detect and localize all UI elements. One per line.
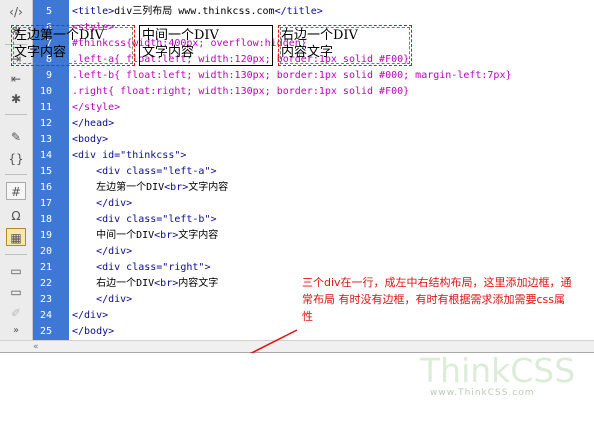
left-a-div-preview[interactable]: 左边第一个DIV 文字内容 bbox=[11, 25, 135, 66]
code-line[interactable]: 中间一个DIV<br>文字内容 bbox=[72, 228, 218, 244]
code-line[interactable]: </style> bbox=[72, 100, 120, 116]
box-line-1: 右边一个DIV bbox=[281, 28, 358, 43]
code-line[interactable]: <div id="thinkcss"> bbox=[72, 148, 186, 164]
code-token: <div class="left-b"> bbox=[72, 214, 217, 225]
comment-icon[interactable]: ▭ bbox=[6, 262, 26, 280]
box-line-2: 文字内容 bbox=[14, 45, 67, 60]
line-number: 18 bbox=[39, 214, 52, 225]
code-token: <body> bbox=[72, 134, 109, 145]
right-div-preview[interactable]: 右边一个DIV 内容文字 bbox=[278, 25, 412, 66]
layout-icon[interactable]: ▦ bbox=[6, 228, 26, 246]
line-number: 15 bbox=[39, 166, 52, 177]
code-line[interactable]: <div class="left-b"> bbox=[72, 212, 217, 228]
code-line[interactable]: .right{ float:right; width:130px; border… bbox=[72, 84, 409, 100]
code-token: .left-b{ float:left; width:130px; border… bbox=[72, 70, 512, 81]
code-line[interactable]: 左边第一个DIV<br>文字内容 bbox=[72, 180, 228, 196]
line-number: 20 bbox=[39, 246, 52, 257]
tree-icon[interactable]: ✱ bbox=[6, 90, 26, 108]
line-number: 17 bbox=[39, 198, 52, 209]
line-number: 13 bbox=[39, 134, 52, 145]
code-token: <br> bbox=[154, 230, 179, 241]
code-line[interactable]: <div class="right"> bbox=[72, 260, 210, 276]
collapse-panel-icon[interactable]: « bbox=[33, 341, 39, 353]
line-number: 24 bbox=[39, 310, 52, 321]
box-line-1: 左边第一个DIV bbox=[14, 28, 104, 43]
box-line-2: 内容文字 bbox=[281, 45, 334, 60]
code-token: <title> bbox=[72, 6, 115, 17]
code-token: <br> bbox=[154, 278, 179, 289]
code-text: div三列布局 www.thinkcss.com bbox=[114, 6, 275, 17]
line-number: 10 bbox=[39, 86, 52, 97]
pencil-icon[interactable]: ✐ bbox=[6, 304, 26, 322]
code-token: </title> bbox=[274, 6, 323, 17]
code-token: .right{ float:right; width:130px; border… bbox=[72, 86, 410, 97]
line-number: 19 bbox=[39, 230, 52, 241]
watermark-logo: ThinkCSS bbox=[420, 351, 576, 390]
line-number: 14 bbox=[39, 150, 52, 161]
code-token: <div class="right"> bbox=[72, 262, 211, 273]
uncomment-icon[interactable]: ▭ bbox=[6, 283, 26, 301]
code-line[interactable]: .left-b{ float:left; width:130px; border… bbox=[72, 68, 512, 84]
brace-icon[interactable]: {} bbox=[6, 150, 26, 168]
code-token: <br> bbox=[164, 182, 189, 193]
line-number: 11 bbox=[39, 102, 52, 113]
omega-icon[interactable]: Ω bbox=[6, 207, 26, 225]
tag-icon[interactable]: ‹/› bbox=[6, 3, 26, 21]
code-text: 左边第一个DIV bbox=[72, 182, 165, 193]
code-token: </div> bbox=[72, 246, 133, 257]
code-line[interactable]: </head> bbox=[72, 116, 114, 132]
code-line[interactable]: <div class="left-a"> bbox=[72, 164, 217, 180]
code-token: </div> bbox=[72, 310, 109, 321]
code-line[interactable]: </div> bbox=[72, 244, 132, 260]
line-number: 21 bbox=[39, 262, 52, 273]
toolbar-divider bbox=[5, 174, 27, 175]
code-token: </style> bbox=[72, 102, 121, 113]
code-token: </body> bbox=[72, 326, 115, 337]
toolbar-divider bbox=[5, 114, 27, 115]
code-text: 文字内容 bbox=[178, 230, 219, 241]
code-text: 内容文字 bbox=[178, 278, 219, 289]
code-line[interactable]: <body> bbox=[72, 132, 108, 148]
box-line-2: 文字内容 bbox=[142, 45, 195, 60]
code-token: </div> bbox=[72, 294, 133, 305]
annotation-note: 三个div在一行，成左中右结构布局，这里添加边框，通常布局 有时没有边框，有时有… bbox=[302, 276, 572, 323]
code-line[interactable]: <title>div三列布局 www.thinkcss.com</title> bbox=[72, 4, 323, 20]
code-token: <div class="left-a"> bbox=[72, 166, 217, 177]
code-line[interactable]: </div> bbox=[72, 196, 132, 212]
code-line[interactable]: </body> bbox=[72, 324, 114, 340]
code-text: 文字内容 bbox=[188, 182, 229, 193]
left-b-div-preview[interactable]: 中间一个DIV 文字内容 bbox=[139, 25, 273, 66]
line-number: 9 bbox=[45, 70, 52, 81]
code-token: <div id="thinkcss"> bbox=[72, 150, 187, 161]
line-number: 5 bbox=[45, 6, 52, 17]
hash-icon[interactable]: # bbox=[6, 182, 26, 200]
line-number: 25 bbox=[39, 326, 52, 337]
thinkcss-watermark: ThinkCSS www.ThinkCSS.com bbox=[420, 351, 590, 405]
code-line[interactable]: </div> bbox=[72, 308, 108, 324]
line-number: 16 bbox=[39, 182, 52, 193]
code-line[interactable]: 右边一个DIV<br>内容文字 bbox=[72, 276, 218, 292]
code-text: 右边一个DIV bbox=[72, 278, 155, 289]
code-text: 中间一个DIV bbox=[72, 230, 155, 241]
code-token: </head> bbox=[72, 118, 115, 129]
collapse-icon[interactable]: ✎ bbox=[6, 128, 26, 146]
code-token: </div> bbox=[72, 198, 133, 209]
toolbar-divider bbox=[5, 254, 27, 255]
watermark-url: www.ThinkCSS.com bbox=[430, 388, 535, 398]
line-number: 12 bbox=[39, 118, 52, 129]
line-number: 22 bbox=[39, 278, 52, 289]
line-number: 23 bbox=[39, 294, 52, 305]
code-line[interactable]: </div> bbox=[72, 292, 132, 308]
box-line-1: 中间一个DIV bbox=[142, 28, 219, 43]
outdent-icon[interactable]: ⇤ bbox=[6, 70, 26, 88]
